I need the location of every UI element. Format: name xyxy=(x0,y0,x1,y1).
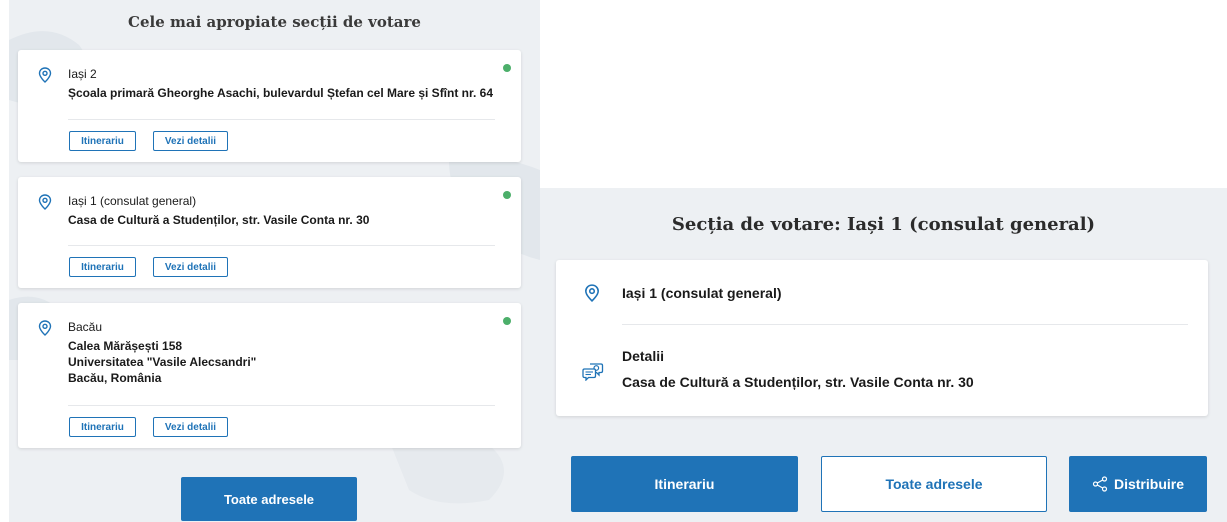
section-detail-title: Secția de votare: Iași 1 (consulat gener… xyxy=(671,214,1096,235)
map-pin-icon xyxy=(585,284,599,302)
section-address-line: Bacău, România xyxy=(68,371,162,385)
chat-bubbles-icon xyxy=(582,363,604,381)
section-address: Casa de Cultură a Studenților, str. Vasi… xyxy=(68,213,370,227)
section-name: Bacău xyxy=(68,320,103,334)
section-address: Școala primară Gheorghe Asachi, bulevard… xyxy=(68,86,494,100)
all-addresses-button[interactable]: Toate adresele xyxy=(821,456,1047,512)
card-divider xyxy=(68,405,495,406)
view-details-button[interactable]: Vezi detalii xyxy=(153,417,228,437)
section-address-line: Calea Mărășești 158 xyxy=(68,339,183,353)
details-address: Casa de Cultură a Studenților, str. Vasi… xyxy=(622,374,974,390)
itinerary-button[interactable]: Itinerariu xyxy=(69,131,136,151)
section-name: Iași 2 xyxy=(68,67,97,81)
share-icon xyxy=(1092,476,1108,492)
section-card: Bacău Calea Mărășești 158 Universitatea … xyxy=(18,303,521,448)
card-divider xyxy=(68,245,495,246)
map-pin-icon xyxy=(38,194,52,210)
status-indicator xyxy=(503,64,511,72)
nearest-sections-title: Cele mai apropiate secții de votare xyxy=(128,13,421,31)
section-name: Iași 1 (consulat general) xyxy=(68,194,197,208)
details-label: Detalii xyxy=(622,348,665,364)
card-divider xyxy=(68,119,495,120)
map-pin-icon xyxy=(38,320,52,336)
status-indicator xyxy=(503,317,511,325)
itinerary-button[interactable]: Itinerariu xyxy=(69,257,136,277)
itinerary-button[interactable]: Itinerariu xyxy=(571,456,798,512)
section-name: Iași 1 (consulat general) xyxy=(622,285,782,301)
view-details-button[interactable]: Vezi detalii xyxy=(153,131,228,151)
section-address-line: Universitatea "Vasile Alecsandri" xyxy=(68,355,257,369)
view-details-button[interactable]: Vezi detalii xyxy=(153,257,228,277)
itinerary-button[interactable]: Itinerariu xyxy=(69,417,136,437)
section-detail-panel: Secția de votare: Iași 1 (consulat gener… xyxy=(540,188,1227,522)
nearest-sections-panel: Cele mai apropiate secții de votare Iași… xyxy=(9,0,540,522)
section-card: Iași 1 (consulat general) Casa de Cultur… xyxy=(18,177,521,288)
section-card: Iași 2 Școala primară Gheorghe Asachi, b… xyxy=(18,50,521,162)
share-label: Distribuire xyxy=(1113,476,1184,492)
status-indicator xyxy=(503,191,511,199)
all-addresses-button[interactable]: Toate adresele xyxy=(181,477,357,521)
card-divider xyxy=(622,324,1188,325)
section-detail-card: Iași 1 (consulat general) Detalii Casa d… xyxy=(556,260,1208,416)
share-button[interactable]: Distribuire xyxy=(1069,456,1207,512)
map-pin-icon xyxy=(38,67,52,83)
